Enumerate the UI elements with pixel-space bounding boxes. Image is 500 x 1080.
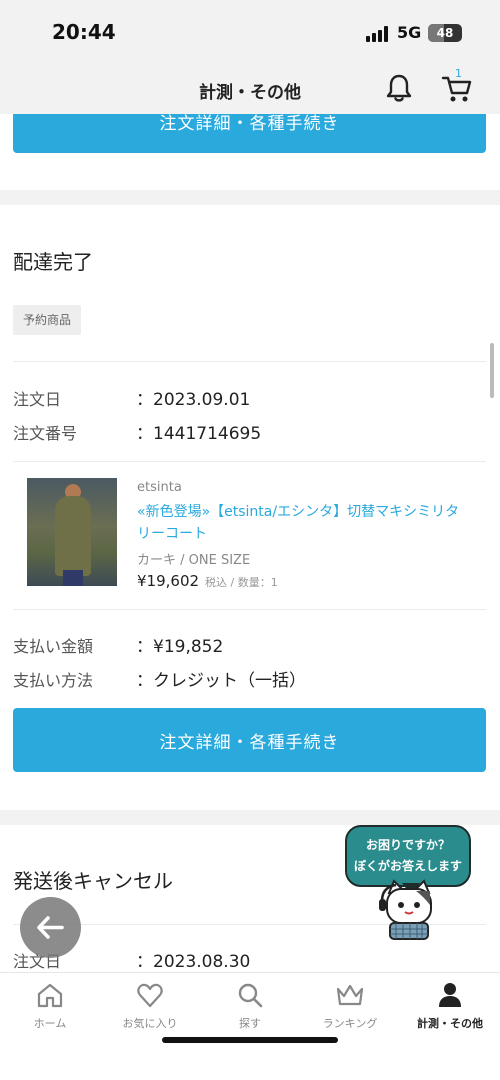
order-card: 配達完了 予約商品 注文日 ：2023.09.01 注文番号 ：14417146… (0, 205, 500, 810)
divider (13, 609, 486, 610)
tab-label: 計測・その他 (417, 1017, 483, 1030)
tab-home[interactable]: ホーム (0, 981, 100, 1037)
order-date-value: ：2023.08.30 (136, 952, 251, 972)
product-variant: カーキ / ONE SIZE (137, 553, 251, 568)
tab-label: お気に入り (122, 1017, 178, 1030)
order-detail-button-previous[interactable]: 注文詳細・各種手続き (13, 114, 486, 153)
tab-ranking[interactable]: ランキング (300, 981, 400, 1037)
order-number-value: ：1441714695 (136, 424, 262, 444)
divider (13, 361, 486, 362)
battery-icon: 48 (428, 24, 462, 42)
battery-percent: 48 (436, 26, 454, 40)
order-date-label: 注文日 (13, 390, 62, 409)
tab-favorites[interactable]: お気に入り (100, 981, 200, 1037)
order-status: 配達完了 (13, 250, 93, 274)
tab-search[interactable]: 探す (200, 981, 300, 1037)
heart-icon (137, 983, 163, 1008)
signal-icon (366, 26, 390, 42)
help-line-2: ぼくがお答えします (353, 859, 462, 873)
page-title: 計測・その他 (199, 83, 301, 103)
search-icon (238, 983, 263, 1008)
bell-icon[interactable] (383, 72, 415, 104)
status-time: 20:44 (52, 20, 116, 44)
order-detail-button[interactable]: 注文詳細・各種手続き (13, 708, 486, 772)
scrollbar[interactable] (490, 343, 494, 398)
order-status: 発送後キャンセル (13, 869, 173, 893)
person-icon (439, 983, 461, 1007)
payment-amount-value: ：¥19,852 (136, 637, 224, 657)
app-header: 計測・その他 1 (0, 62, 500, 114)
help-line-1: お困りですか？ (365, 838, 450, 852)
network-type: 5G (397, 23, 422, 42)
tab-label: 探す (239, 1017, 261, 1030)
product-price: ¥19,602 (137, 572, 200, 590)
preorder-tag: 予約商品 (13, 305, 82, 335)
divider (13, 461, 486, 462)
home-indicator (162, 1037, 338, 1043)
price-note: 税込 / 数量：1 (205, 576, 278, 589)
tab-bar: ホーム お気に入り 探す ランキング 計測・その他 (0, 972, 500, 1080)
tab-label: ホーム (33, 1017, 67, 1030)
cart-count-badge: 1 (455, 67, 462, 80)
status-bar: 20:44 5G 48 (0, 0, 500, 62)
payment-amount-label: 支払い金額 (13, 637, 94, 656)
tab-measure-other[interactable]: 計測・その他 (400, 981, 500, 1037)
cat-mascot-icon (379, 879, 432, 940)
back-button[interactable] (20, 897, 81, 958)
payment-method-value: ：クレジット（一括） (136, 671, 306, 691)
tab-label: ランキング (322, 1017, 378, 1030)
order-number-label: 注文番号 (13, 424, 78, 443)
product-name-link[interactable]: «新色登場»【etsinta/エシンタ】切替マキシミリタリーコート (137, 501, 472, 545)
order-card-previous: 注文詳細・各種手続き (0, 114, 500, 190)
product-brand: etsinta (137, 480, 182, 495)
product-image[interactable] (27, 478, 117, 586)
help-speech-bubble: お困りですか？ ぼくがお答えします (345, 825, 471, 887)
crown-icon (336, 984, 364, 1006)
help-chatbot-button[interactable]: お困りですか？ ぼくがお答えします (342, 823, 500, 945)
arrow-left-icon (37, 916, 64, 939)
home-icon (37, 983, 63, 1008)
order-date-value: ：2023.09.01 (136, 390, 251, 410)
payment-method-label: 支払い方法 (13, 671, 94, 690)
product-price-row: ¥19,602 税込 / 数量：1 (137, 572, 278, 590)
